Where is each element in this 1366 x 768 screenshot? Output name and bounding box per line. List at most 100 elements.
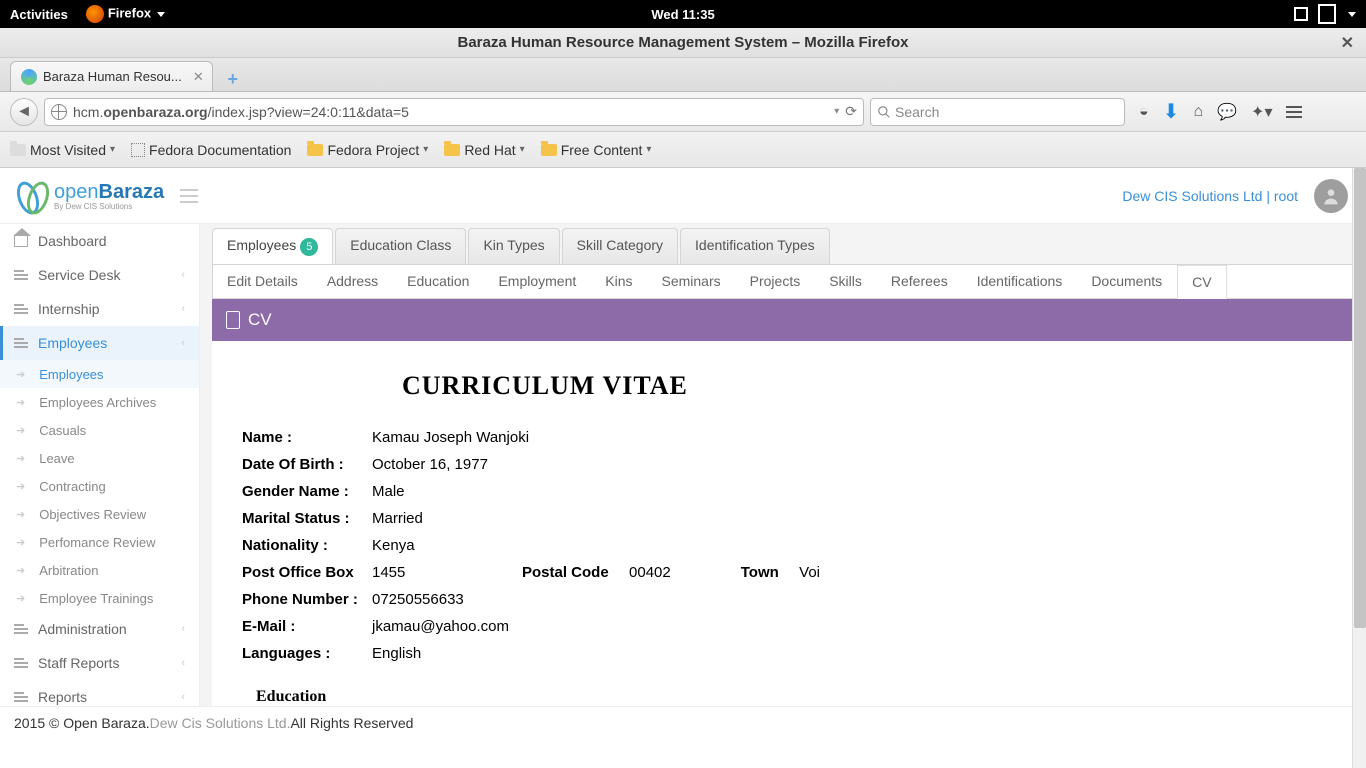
panel-header: CV bbox=[212, 299, 1354, 341]
bookmark-fedora-project[interactable]: Fedora Project▾ bbox=[307, 142, 428, 158]
subtab-address[interactable]: Address bbox=[313, 265, 393, 298]
extension-icon[interactable]: ✦▾ bbox=[1251, 102, 1272, 122]
back-button[interactable]: ◄ bbox=[10, 98, 38, 126]
url-bar[interactable]: hcm.openbaraza.org/index.jsp?view=24:0:1… bbox=[44, 98, 864, 126]
label-marital: Marital Status : bbox=[242, 510, 372, 527]
reload-button[interactable]: ⟳ bbox=[845, 103, 857, 120]
sidebar-item-reports[interactable]: Reports‹ bbox=[0, 680, 199, 706]
tab-kin-types[interactable]: Kin Types bbox=[468, 228, 559, 264]
chat-icon[interactable]: 💬 bbox=[1217, 102, 1237, 122]
page-scrollbar[interactable] bbox=[1352, 168, 1366, 768]
app-logo[interactable]: openBaraza By Dew CIS Solutions bbox=[18, 181, 164, 211]
employees-count-badge: 5 bbox=[300, 238, 318, 256]
app-header: openBaraza By Dew CIS Solutions Dew CIS … bbox=[0, 168, 1366, 224]
tab-identification-types[interactable]: Identification Types bbox=[680, 228, 830, 264]
sub-tabs: Edit Details Address Education Employmen… bbox=[212, 264, 1354, 299]
arrow-icon: ➔ bbox=[16, 480, 25, 493]
search-box[interactable]: Search bbox=[870, 98, 1125, 126]
tab-employees[interactable]: Employees5 bbox=[212, 228, 333, 264]
value-phone: 07250556633 bbox=[372, 591, 522, 608]
sidebar-sub-casuals[interactable]: ➔Casuals bbox=[0, 416, 199, 444]
section-education: Education bbox=[256, 688, 1324, 706]
new-tab-button[interactable]: + bbox=[219, 67, 247, 91]
tray-icon[interactable] bbox=[1320, 6, 1334, 22]
main-content: Employees5 Education Class Kin Types Ski… bbox=[200, 224, 1366, 706]
gnome-top-bar: Activities Firefox Wed 11:35 bbox=[0, 0, 1366, 28]
bookmark-fedora-doc[interactable]: Fedora Documentation bbox=[131, 142, 291, 158]
home-icon[interactable]: ⌂ bbox=[1193, 103, 1203, 121]
sidebar-item-administration[interactable]: Administration‹ bbox=[0, 612, 199, 646]
arrow-icon: ➔ bbox=[16, 536, 25, 549]
arrow-icon: ➔ bbox=[16, 564, 25, 577]
subtab-documents[interactable]: Documents bbox=[1077, 265, 1177, 298]
downloads-icon[interactable]: ⬇ bbox=[1163, 99, 1180, 124]
sidebar-sub-trainings[interactable]: ➔Employee Trainings bbox=[0, 584, 199, 612]
bookmark-bar: Most Visited▾ Fedora Documentation Fedor… bbox=[0, 132, 1366, 168]
browser-tab[interactable]: Baraza Human Resou... ✕ bbox=[10, 61, 213, 91]
search-placeholder: Search bbox=[895, 104, 939, 120]
activities-button[interactable]: Activities bbox=[10, 7, 68, 22]
org-user-link[interactable]: Dew CIS Solutions Ltd | root bbox=[1122, 188, 1298, 204]
cv-panel: CURRICULUM VITAE Name :Kamau Joseph Wanj… bbox=[212, 341, 1354, 706]
scrollbar-thumb[interactable] bbox=[1354, 168, 1366, 628]
avatar[interactable] bbox=[1314, 179, 1348, 213]
sidebar-sub-objectives[interactable]: ➔Objectives Review bbox=[0, 500, 199, 528]
subtab-cv[interactable]: CV bbox=[1177, 265, 1226, 299]
sidebar-item-internship[interactable]: Internship‹ bbox=[0, 292, 199, 326]
value-name: Kamau Joseph Wanjoki bbox=[372, 429, 529, 446]
subtab-projects[interactable]: Projects bbox=[736, 265, 816, 298]
subtab-identifications[interactable]: Identifications bbox=[963, 265, 1078, 298]
subtab-employment[interactable]: Employment bbox=[484, 265, 591, 298]
value-pobox: 1455 bbox=[372, 564, 522, 581]
sidebar-sub-performance[interactable]: ➔Perfomance Review bbox=[0, 528, 199, 556]
subtab-skills[interactable]: Skills bbox=[815, 265, 877, 298]
subtab-edit-details[interactable]: Edit Details bbox=[213, 265, 313, 298]
value-languages: English bbox=[372, 645, 522, 662]
bookmark-redhat[interactable]: Red Hat▾ bbox=[444, 142, 524, 158]
label-gender: Gender Name : bbox=[242, 483, 372, 500]
list-icon bbox=[14, 658, 28, 668]
tab-skill-category[interactable]: Skill Category bbox=[562, 228, 678, 264]
tab-close-button[interactable]: ✕ bbox=[193, 69, 204, 85]
window-title-bar: Baraza Human Resource Management System … bbox=[0, 28, 1366, 58]
arrow-icon: ➔ bbox=[16, 508, 25, 521]
value-nationality: Kenya bbox=[372, 537, 522, 554]
label-name: Name : bbox=[242, 429, 372, 446]
label-pobox: Post Office Box bbox=[242, 564, 372, 581]
panel-title: CV bbox=[248, 310, 272, 330]
url-dropdown-icon[interactable]: ▾ bbox=[834, 106, 839, 117]
label-phone: Phone Number : bbox=[242, 591, 372, 608]
window-close-button[interactable]: ✕ bbox=[1341, 33, 1354, 53]
subtab-kins[interactable]: Kins bbox=[591, 265, 647, 298]
firefox-menu-button[interactable] bbox=[1286, 106, 1302, 118]
firefox-menu[interactable]: Firefox bbox=[86, 5, 165, 23]
sidebar-item-service-desk[interactable]: Service Desk‹ bbox=[0, 258, 199, 292]
label-postal: Postal Code bbox=[522, 564, 609, 581]
value-town: Voi bbox=[799, 564, 820, 581]
subtab-seminars[interactable]: Seminars bbox=[648, 265, 736, 298]
sidebar-sub-employees[interactable]: ➔Employees bbox=[0, 360, 199, 388]
bookmark-free-content[interactable]: Free Content▾ bbox=[541, 142, 652, 158]
system-menu-icon[interactable] bbox=[1348, 12, 1356, 17]
sidebar-sub-archives[interactable]: ➔Employees Archives bbox=[0, 388, 199, 416]
sidebar-item-employees[interactable]: Employees‹ bbox=[0, 326, 199, 360]
sidebar-item-staff-reports[interactable]: Staff Reports‹ bbox=[0, 646, 199, 680]
tab-title: Baraza Human Resou... bbox=[43, 69, 182, 84]
sidebar-sub-arbitration[interactable]: ➔Arbitration bbox=[0, 556, 199, 584]
subtab-education[interactable]: Education bbox=[393, 265, 484, 298]
value-postal: 00402 bbox=[629, 564, 671, 581]
bookmark-most-visited[interactable]: Most Visited▾ bbox=[10, 142, 115, 158]
top-tabs: Employees5 Education Class Kin Types Ski… bbox=[212, 228, 1354, 264]
tab-education-class[interactable]: Education Class bbox=[335, 228, 466, 264]
window-icon[interactable] bbox=[1294, 7, 1308, 21]
label-nationality: Nationality : bbox=[242, 537, 372, 554]
list-icon bbox=[14, 338, 28, 348]
sidebar-toggle-button[interactable] bbox=[180, 189, 198, 203]
sidebar-sub-leave[interactable]: ➔Leave bbox=[0, 444, 199, 472]
sidebar-item-dashboard[interactable]: Dashboard bbox=[0, 224, 199, 258]
value-gender: Male bbox=[372, 483, 522, 500]
app-viewport: openBaraza By Dew CIS Solutions Dew CIS … bbox=[0, 168, 1366, 738]
pocket-icon[interactable]: ◒ bbox=[1139, 103, 1149, 121]
subtab-referees[interactable]: Referees bbox=[877, 265, 963, 298]
sidebar-sub-contracting[interactable]: ➔Contracting bbox=[0, 472, 199, 500]
